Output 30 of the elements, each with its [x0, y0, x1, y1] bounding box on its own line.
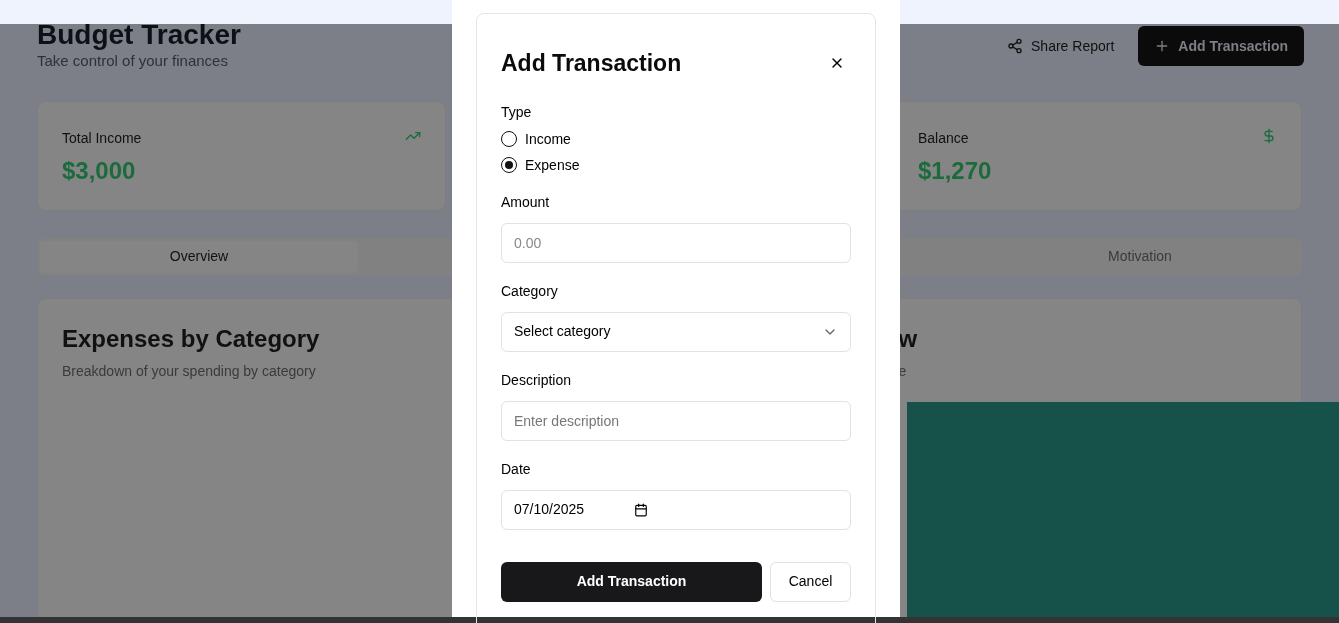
category-select[interactable]: Select category	[501, 311, 851, 352]
date-field[interactable]: 07/10/2025	[501, 489, 851, 530]
description-field[interactable]: Enter description	[501, 400, 851, 441]
field-label: Amount	[501, 192, 551, 212]
field-label: Date	[501, 459, 532, 479]
card-description: Breakdown of your spending by category	[62, 361, 316, 381]
stat-label: Balance	[918, 128, 969, 148]
submit-button[interactable]: Add Transaction	[501, 561, 762, 602]
share-report-button[interactable]: Share Report	[1007, 35, 1115, 57]
share-icon	[1007, 38, 1024, 54]
field-label: Category	[501, 281, 559, 301]
field-label: Description	[501, 370, 573, 390]
cancel-button[interactable]: Cancel	[770, 561, 851, 602]
stat-value: $1,270	[918, 155, 993, 186]
stat-value: $3,000	[62, 155, 137, 186]
dollar-icon	[1261, 127, 1277, 144]
app-title: Budget Tracker	[37, 20, 241, 50]
radio-label: Expense	[525, 155, 580, 175]
card-title: w	[898, 323, 918, 354]
tab[interactable]: Overview	[40, 240, 358, 273]
amount-field[interactable]: 0.00	[501, 222, 851, 263]
dialog-title: Add Transaction	[501, 49, 682, 78]
date-value: 07/10/2025	[514, 500, 585, 519]
field-label: Type	[501, 102, 533, 122]
card-title: Expenses by Category	[62, 323, 320, 354]
stat-label: Total Income	[62, 128, 142, 148]
radio-label: Income	[525, 129, 571, 149]
calendar-icon[interactable]	[634, 502, 649, 517]
add-transaction-button[interactable]: Add Transaction	[1138, 26, 1304, 66]
app-subtitle: Take control of your finances	[37, 51, 229, 71]
